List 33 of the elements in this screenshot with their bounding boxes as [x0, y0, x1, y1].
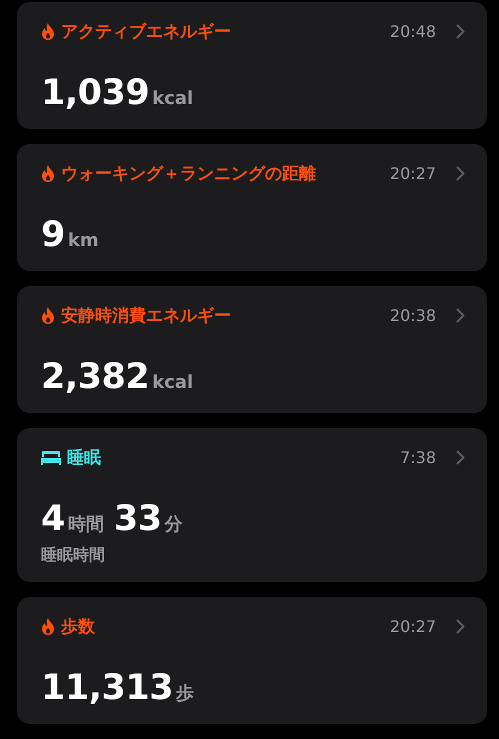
timestamp: 20:48 — [390, 22, 436, 41]
timestamp: 20:27 — [390, 617, 436, 636]
metric-unit: 分 — [164, 513, 183, 536]
card-title: 歩数 — [61, 616, 96, 638]
metric-unit: 時間 — [68, 513, 104, 536]
metric-card[interactable]: 睡眠 7:38 4 時間 33 分 睡眠時間 — [17, 428, 487, 582]
timestamp: 20:38 — [390, 306, 436, 325]
chevron-icon[interactable] — [456, 619, 465, 634]
metric-card[interactable]: ウォーキング＋ランニングの距離 20:27 9 km — [17, 144, 487, 271]
metric-card[interactable]: 歩数 20:27 11,313 歩 — [17, 597, 487, 724]
metric-caption: 睡眠時間 — [41, 545, 106, 566]
metric-value: 33 — [114, 499, 162, 539]
metric-value: 1,039 — [41, 73, 150, 113]
card-title: 睡眠 — [67, 447, 102, 469]
metric-unit: km — [68, 230, 99, 251]
metric-unit: 歩 — [176, 682, 194, 705]
metric-card[interactable]: 安静時消費エネルギー 20:38 2,382 kcal — [17, 286, 487, 413]
metric-card[interactable]: アクティブエネルギー 20:48 1,039 kcal — [17, 2, 487, 129]
chevron-icon[interactable] — [456, 308, 465, 323]
card-title: ウォーキング＋ランニングの距離 — [61, 163, 317, 185]
metric-value: 2,382 — [41, 357, 150, 397]
chevron-icon[interactable] — [456, 450, 465, 465]
chevron-icon[interactable] — [456, 166, 465, 181]
timestamp: 7:38 — [400, 448, 436, 467]
metric-value: 11,313 — [41, 668, 174, 708]
chevron-icon[interactable] — [456, 24, 465, 39]
metric-value: 4 — [41, 499, 65, 539]
card-title: アクティブエネルギー — [61, 21, 232, 43]
card-title: 安静時消費エネルギー — [61, 305, 232, 327]
metric-value: 9 — [41, 215, 65, 255]
timestamp: 20:27 — [390, 164, 436, 183]
metric-unit: kcal — [152, 88, 194, 109]
metric-unit: kcal — [152, 372, 194, 393]
